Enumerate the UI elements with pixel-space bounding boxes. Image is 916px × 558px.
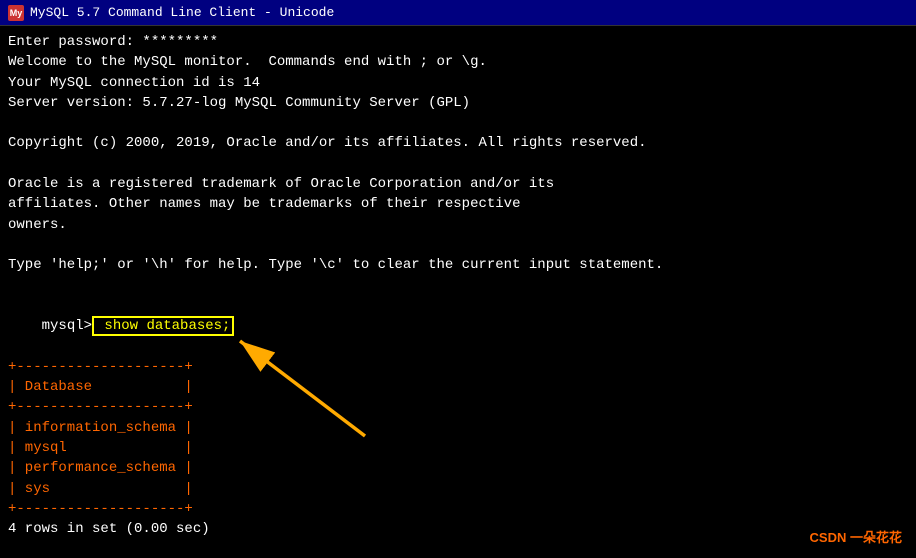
line-oracle1: Oracle is a registered trademark of Orac… (8, 174, 908, 194)
line-welcome: Welcome to the MySQL monitor. Commands e… (8, 52, 908, 72)
terminal-window[interactable]: Enter password: ********* Welcome to the… (0, 26, 916, 558)
table-row-4: | sys | (8, 479, 908, 499)
watermark-author: 一朵花花 (850, 530, 902, 545)
final-prompt-line: mysql> (8, 539, 908, 558)
line-server-version: Server version: 5.7.27-log MySQL Communi… (8, 93, 908, 113)
app-icon: My (8, 5, 24, 21)
line-connection-id: Your MySQL connection id is 14 (8, 73, 908, 93)
result-line: 4 rows in set (0.00 sec) (8, 519, 908, 539)
table-header: | Database | (8, 377, 908, 397)
table-row-1: | information_schema | (8, 418, 908, 438)
table-top-border: +--------------------+ (8, 357, 908, 377)
line-oracle2: affiliates. Other names may be trademark… (8, 194, 908, 214)
line-help: Type 'help;' or '\h' for help. Type '\c'… (8, 255, 908, 275)
mysql-prompt: mysql> (42, 318, 92, 334)
line-copyright: Copyright (c) 2000, 2019, Oracle and/or … (8, 133, 908, 153)
arrow-annotation (210, 321, 370, 441)
table-bottom-border: +--------------------+ (8, 499, 908, 519)
table-mid-border: +--------------------+ (8, 397, 908, 417)
line-empty1 (8, 113, 908, 133)
window-title: MySQL 5.7 Command Line Client - Unicode (30, 5, 334, 20)
title-bar: My MySQL 5.7 Command Line Client - Unico… (0, 0, 916, 26)
table-row-3: | performance_schema | (8, 458, 908, 478)
line-empty2 (8, 154, 908, 174)
watermark-site: CSDN (810, 530, 850, 545)
watermark: CSDN 一朵花花 (810, 529, 902, 548)
line-oracle3: owners. (8, 215, 908, 235)
command-line: mysql> show databases; (8, 296, 908, 357)
line-password: Enter password: ********* (8, 32, 908, 52)
table-row-2: | mysql | (8, 438, 908, 458)
line-empty3 (8, 235, 908, 255)
line-empty4 (8, 276, 908, 296)
